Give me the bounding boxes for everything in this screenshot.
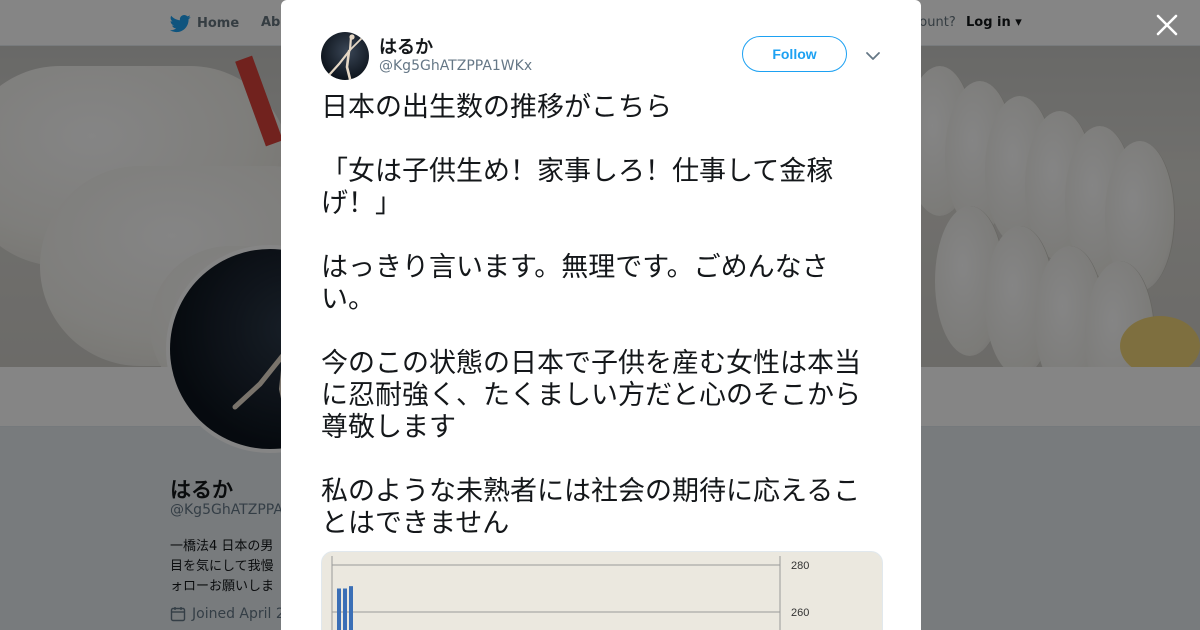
tweet-text-line: とはできません [321, 508, 510, 539]
tweet-media-chart[interactable]: 280 260 [321, 551, 883, 630]
chart-y-tick-label: 260 [791, 607, 809, 619]
tweet-text-line: 私のような未熟者には社会の期待に応えるこ [321, 476, 861, 507]
birth-chart: 280 260 [331, 556, 809, 630]
tweet-text: 日本の出生数の推移がこちら「女は子供生め！家事しろ！仕事して金稼 げ！」はっきり言… [321, 92, 887, 540]
author-avatar[interactable] [321, 32, 369, 80]
close-icon[interactable] [1154, 12, 1180, 38]
tweet-text-line: 「女は子供生め！家事しろ！仕事して金稼 [321, 156, 834, 187]
tweet-text-line: 日本の出生数の推移がこちら [321, 92, 672, 123]
chevron-down-icon[interactable] [863, 46, 883, 66]
chart-bar [349, 586, 353, 630]
chart-bar [343, 588, 347, 630]
tweet-text-gap [321, 316, 887, 348]
chart-y-tick-label: 280 [791, 560, 809, 572]
tweet-text-line: げ！」 [321, 188, 402, 219]
author-name[interactable]: はるか [379, 33, 433, 59]
tweet-text-line: はっきり言います。無理です。ごめんなさ [321, 252, 829, 283]
follow-button[interactable]: Follow [742, 36, 847, 72]
tweet-text-gap [321, 220, 887, 252]
author-handle[interactable]: @Kg5GhATZPPA1WKx [379, 58, 532, 74]
chart-bar [337, 588, 341, 630]
tweet-text-gap [321, 444, 887, 476]
dancer-figure-icon [328, 34, 366, 80]
tweet-text-line: い。 [321, 284, 375, 315]
tweet-text-gap [321, 124, 887, 156]
tweet-modal: はるか @Kg5GhATZPPA1WKx Follow 日本の出生数の推移がこち… [281, 0, 921, 630]
tweet-text-line: に忍耐強く、たくましい方だと心のそこから [321, 380, 861, 411]
tweet-text-line: 尊敬します [321, 412, 456, 443]
tweet-text-line: 今のこの状態の日本で子供を産む女性は本当 [321, 348, 861, 379]
